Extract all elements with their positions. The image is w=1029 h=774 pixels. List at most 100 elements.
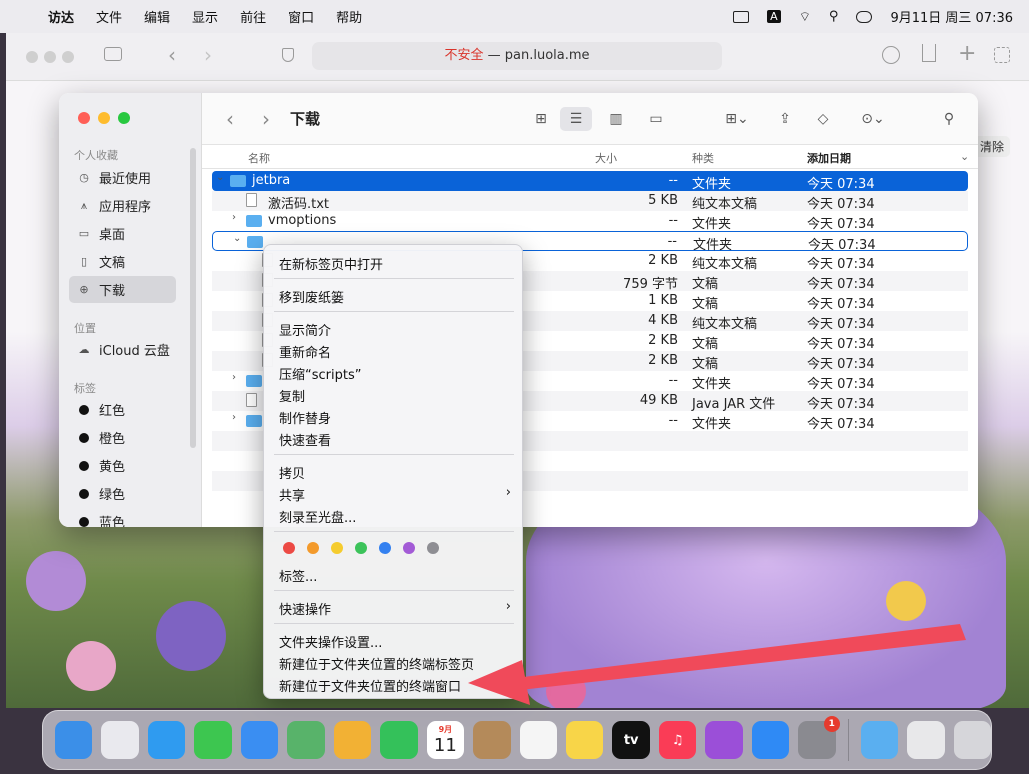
menu-item-quick-actions[interactable]: 快速操作 › (279, 599, 511, 618)
menu-item-duplicate[interactable]: 复制 (279, 386, 511, 405)
menu-item-burn-to-disc[interactable]: 刻录至光盘... (279, 507, 511, 526)
sidebar-tag-red[interactable]: 红色 (69, 396, 176, 423)
back-icon[interactable]: ‹ (222, 107, 238, 131)
group-by-icon[interactable]: ⊞⌄ (718, 107, 756, 131)
messages-icon[interactable] (194, 721, 232, 759)
menu-item-move-to-trash[interactable]: 移到废纸篓 (279, 287, 511, 306)
sidebar-item-downloads[interactable]: ⊕ 下载 (69, 276, 176, 303)
podcasts-icon[interactable] (705, 721, 743, 759)
gallery-view-icon[interactable]: ▭ (644, 107, 668, 131)
column-date-added[interactable]: 添加日期 (807, 150, 851, 166)
sidebar-tag-green[interactable]: 绿色 (69, 480, 176, 507)
menu-file[interactable]: 文件 (96, 7, 122, 26)
menu-window[interactable]: 窗口 (288, 7, 314, 26)
forward-icon[interactable]: › (258, 107, 274, 131)
sidebar-item-recents[interactable]: ◷ 最近使用 (69, 164, 176, 191)
sidebar-tag-yellow[interactable]: 黄色 (69, 452, 176, 479)
sort-chevron-icon[interactable]: ⌄ (960, 150, 969, 163)
sidebar-item-icloud[interactable]: ☁ iCloud 云盘 (69, 336, 176, 363)
menu-view[interactable]: 显示 (192, 7, 218, 26)
safari-icon[interactable] (147, 721, 186, 759)
menu-item-quick-look[interactable]: 快速查看 (279, 430, 511, 449)
address-bar[interactable]: 不安全 — pan.luola.me (312, 42, 722, 70)
menu-item-tags[interactable]: 标签... (279, 566, 511, 585)
tv-icon[interactable]: tv (612, 721, 650, 759)
list-view-icon[interactable]: ☰ (560, 107, 592, 131)
reminders-icon[interactable] (519, 721, 557, 759)
spotlight-search-icon[interactable]: ⚲ (829, 9, 839, 24)
facetime-icon[interactable] (380, 721, 418, 759)
wifi-icon[interactable]: ⌔ (799, 9, 811, 25)
maps-icon[interactable] (287, 721, 325, 759)
finder-zoom-button[interactable] (118, 112, 130, 124)
column-kind[interactable]: 种类 (692, 150, 714, 166)
more-actions-icon[interactable]: ⊙⌄ (854, 107, 892, 131)
share-icon[interactable]: ⇪ (774, 107, 796, 131)
tag-purple-dot[interactable] (403, 542, 415, 554)
sidebar-scrollbar[interactable] (190, 148, 196, 448)
sidebar-item-desktop[interactable]: ▭ 桌面 (69, 220, 176, 247)
tag-blue-dot[interactable] (379, 542, 391, 554)
column-name[interactable]: 名称 (248, 150, 270, 166)
column-size[interactable]: 大小 (595, 150, 617, 166)
privacy-shield-icon[interactable] (282, 48, 294, 62)
finder-minimize-button[interactable] (98, 112, 110, 124)
tag-green-dot[interactable] (355, 542, 367, 554)
menu-item-folder-actions-setup[interactable]: 文件夹操作设置... (279, 632, 511, 651)
menu-item-get-info[interactable]: 显示简介 (279, 320, 511, 339)
screen-mirroring-icon[interactable] (733, 10, 750, 23)
menu-help[interactable]: 帮助 (336, 7, 362, 26)
downloads-stack-icon[interactable] (860, 721, 899, 759)
icon-view-icon[interactable]: ⊞ (530, 107, 552, 131)
music-icon[interactable]: ♫ (658, 721, 697, 759)
window-close-button[interactable] (26, 51, 38, 63)
file-row[interactable]: › vmoptions -- 文件夹 今天 07:34 (212, 211, 968, 232)
menu-go[interactable]: 前往 (240, 7, 266, 26)
sidebar-tag-blue[interactable]: 蓝色 (69, 508, 176, 527)
forward-icon[interactable]: › (204, 43, 212, 67)
menubar-clock[interactable]: 9月11日 周三 07:36 (890, 7, 1013, 26)
appstore-icon[interactable] (751, 721, 790, 759)
tag-gray-dot[interactable] (427, 542, 439, 554)
finder-icon[interactable] (55, 721, 93, 759)
disclosure-expanded-icon[interactable]: ⌄ (233, 233, 241, 244)
sidebar-tag-orange[interactable]: 橙色 (69, 424, 176, 451)
file-row[interactable]: 激活码.txt 5 KB 纯文本文稿 今天 07:34 (212, 191, 968, 212)
file-row[interactable]: ⌄ jetbra -- 文件夹 今天 07:34 (212, 171, 968, 192)
menu-app-name[interactable]: 访达 (48, 7, 74, 26)
tag-red-dot[interactable] (283, 542, 295, 554)
menu-item-make-alias[interactable]: 制作替身 (279, 408, 511, 427)
disclosure-collapsed-icon[interactable]: › (232, 212, 236, 223)
disclosure-expanded-icon[interactable]: ⌄ (216, 172, 224, 183)
trash-icon[interactable] (953, 721, 992, 759)
tag-orange-dot[interactable] (307, 542, 319, 554)
tab-overview-icon[interactable] (994, 47, 1010, 63)
window-minimize-button[interactable] (44, 51, 56, 63)
new-tab-icon[interactable]: + (958, 41, 976, 66)
tag-yellow-dot[interactable] (331, 542, 343, 554)
tag-icon[interactable]: ◇ (812, 107, 834, 131)
column-view-icon[interactable]: ▥ (604, 107, 628, 131)
menu-item-compress[interactable]: 压缩“scripts” (279, 364, 511, 383)
menu-item-share[interactable]: 共享 › (279, 485, 511, 504)
menu-item-new-terminal-window[interactable]: 新建位于文件夹位置的终端窗口 (279, 676, 511, 695)
settings-icon[interactable]: 1 (798, 716, 840, 759)
menu-item-new-terminal-tab[interactable]: 新建位于文件夹位置的终端标签页 (279, 654, 511, 673)
downloads-icon[interactable] (882, 46, 900, 64)
mail-icon[interactable] (240, 721, 279, 759)
disclosure-collapsed-icon[interactable]: › (232, 372, 236, 383)
disclosure-collapsed-icon[interactable]: › (232, 412, 236, 423)
back-icon[interactable]: ‹ (168, 43, 176, 67)
control-center-icon[interactable] (856, 10, 873, 23)
sidebar-item-documents[interactable]: ▯ 文稿 (69, 248, 176, 275)
photos-icon[interactable] (333, 721, 372, 759)
clear-button[interactable]: 清除 (974, 136, 1011, 157)
input-source-indicator[interactable]: A (767, 10, 781, 23)
menu-item-copy[interactable]: 拷贝 (279, 463, 511, 482)
menu-item-open-in-new-tab[interactable]: 在新标签页中打开 (279, 254, 511, 273)
notes-icon[interactable] (565, 721, 604, 759)
share-icon[interactable] (922, 44, 936, 62)
menu-edit[interactable]: 编辑 (144, 7, 170, 26)
search-icon[interactable]: ⚲ (938, 107, 960, 131)
finder-close-button[interactable] (78, 112, 90, 124)
